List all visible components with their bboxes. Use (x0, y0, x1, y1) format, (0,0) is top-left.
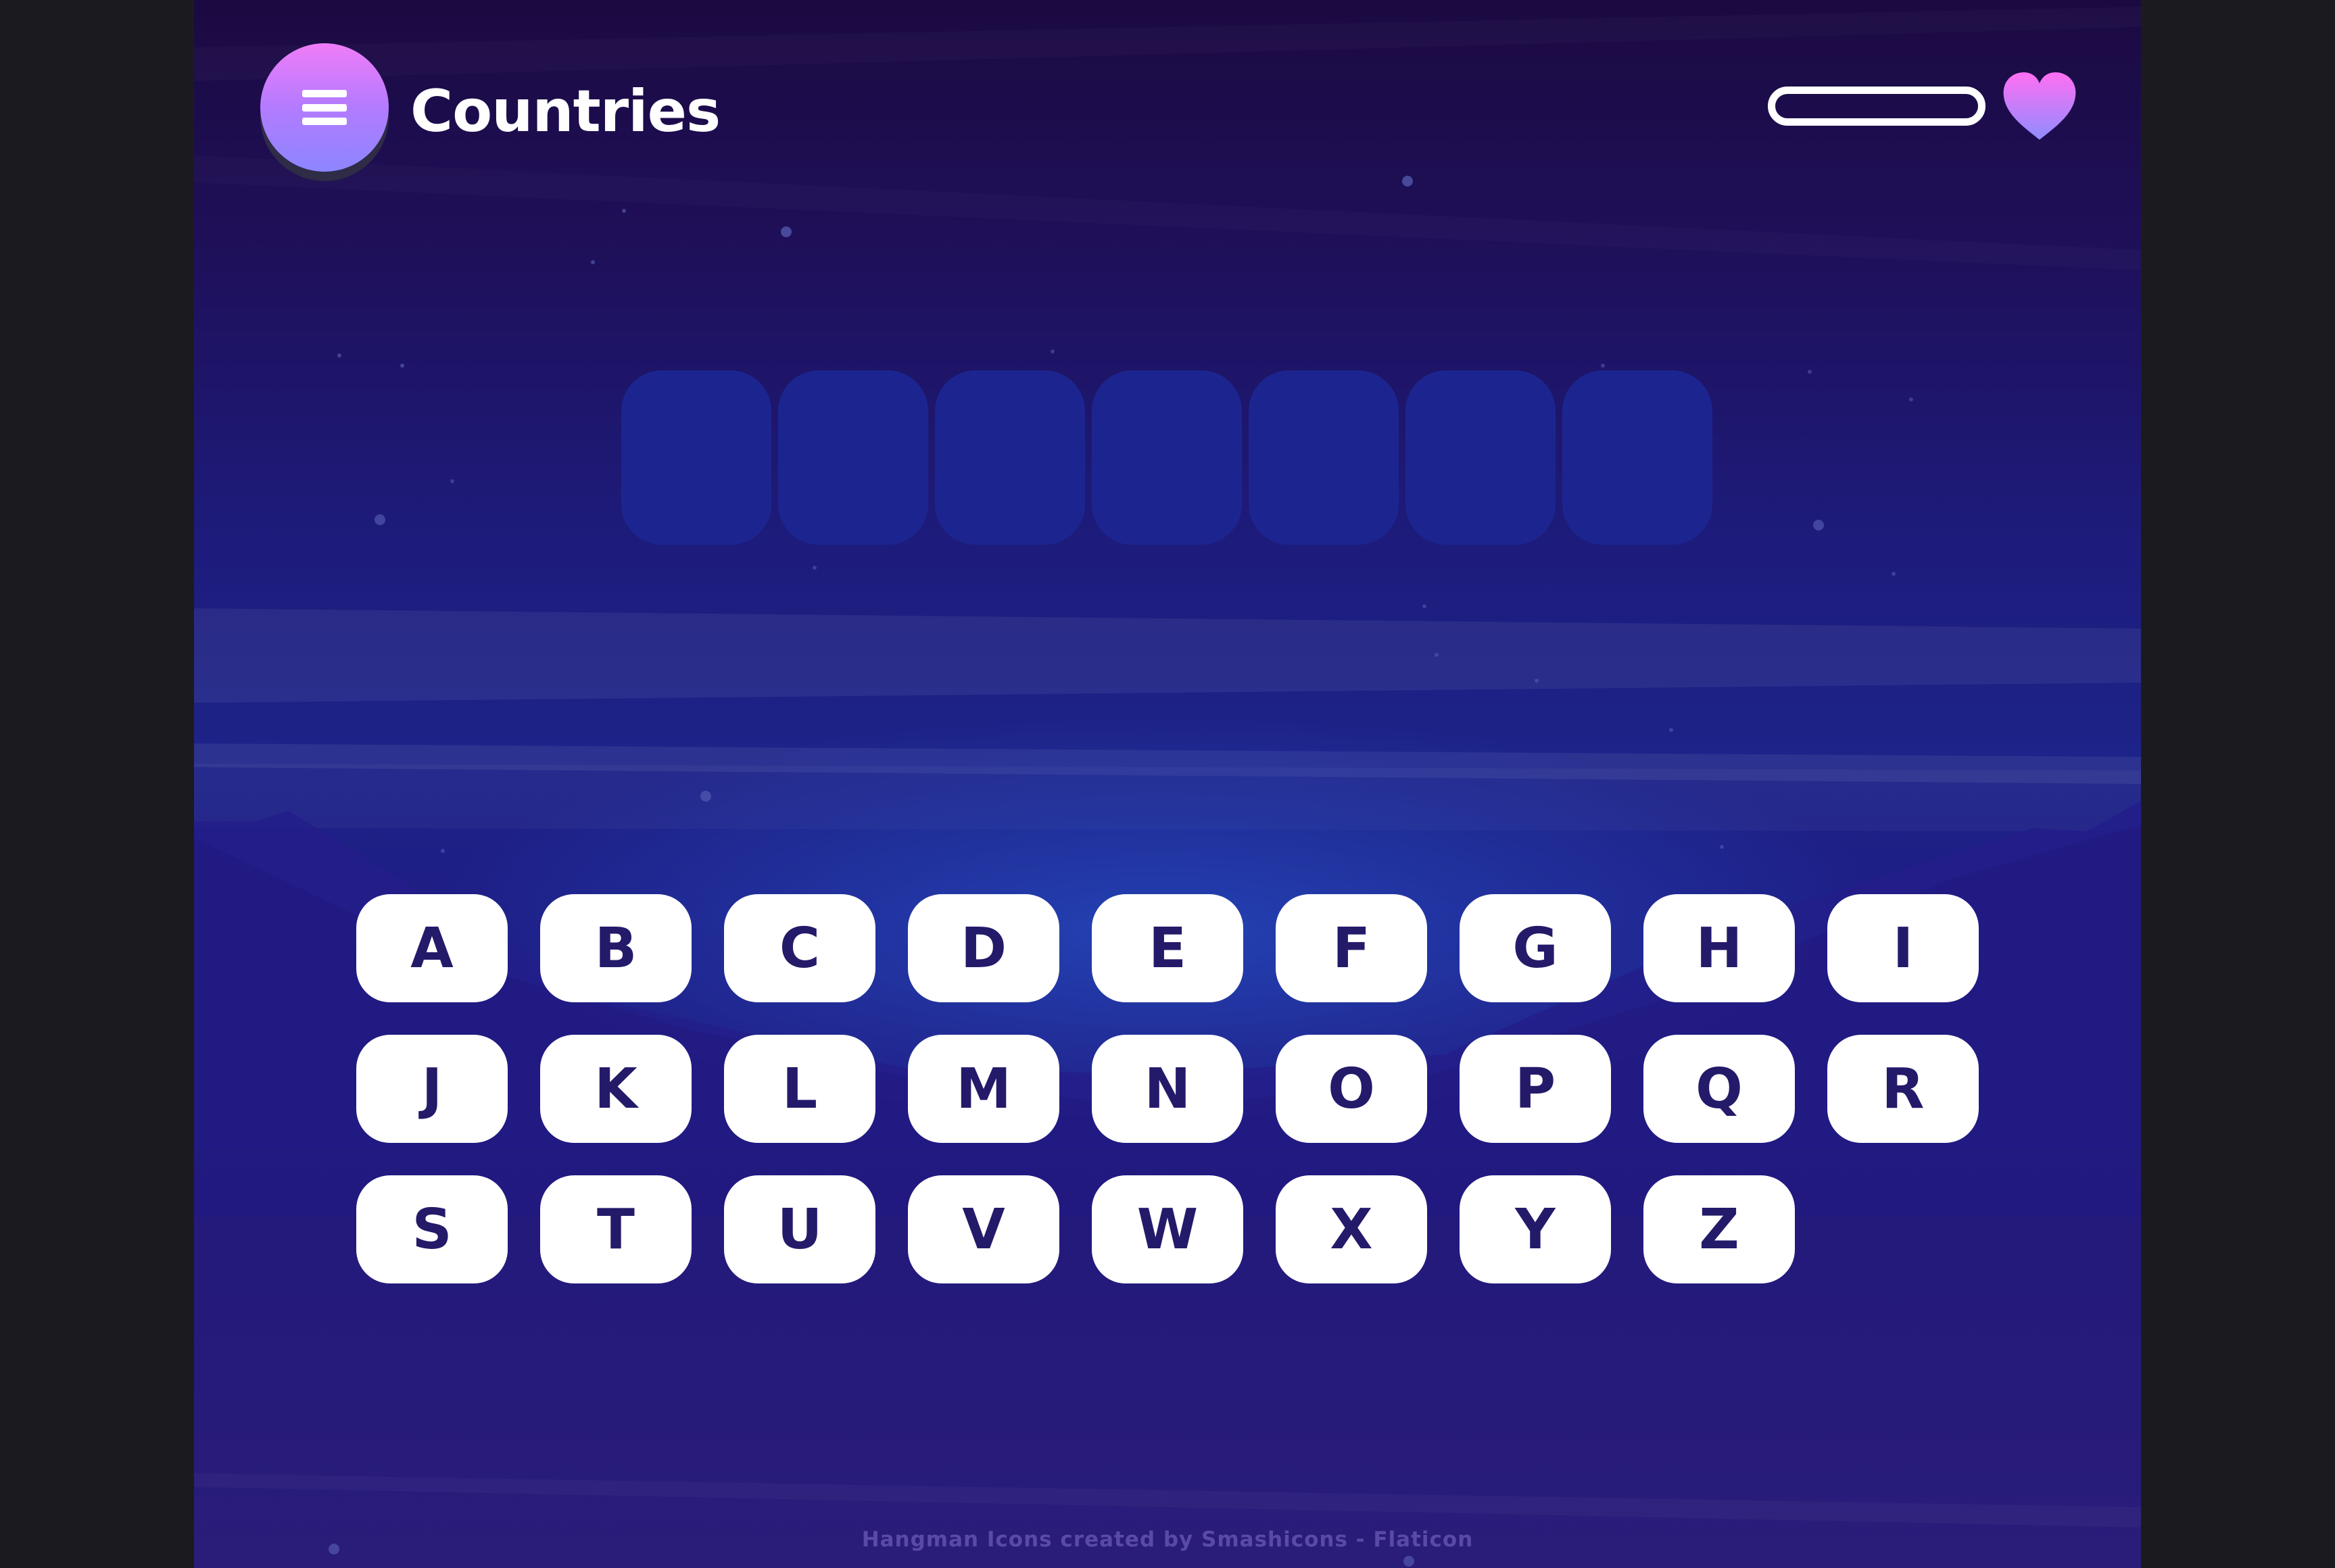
letter-slot (1092, 370, 1242, 545)
icon-credit: Hangman Icons created by Smashicons - Fl… (861, 1527, 1474, 1552)
key-o[interactable]: O (1276, 1035, 1427, 1143)
letter-keyboard: ABCDEFGHI JKLMNOPQR STUVWXYZ (356, 894, 1979, 1283)
key-y[interactable]: Y (1460, 1175, 1611, 1283)
key-t[interactable]: T (540, 1175, 692, 1283)
health-bar (1768, 87, 1985, 126)
key-x[interactable]: X (1276, 1175, 1427, 1283)
key-a[interactable]: A (356, 894, 508, 1002)
heart-icon (2003, 72, 2076, 140)
key-f[interactable]: F (1276, 894, 1427, 1002)
key-r[interactable]: R (1827, 1035, 1979, 1143)
key-b[interactable]: B (540, 894, 692, 1002)
key-j[interactable]: J (356, 1035, 508, 1143)
letter-slot (1249, 370, 1399, 545)
letter-slot (935, 370, 1085, 545)
key-s[interactable]: S (356, 1175, 508, 1283)
key-z[interactable]: Z (1643, 1175, 1795, 1283)
background-scenery (194, 176, 2141, 1567)
menu-button[interactable] (260, 43, 389, 172)
letter-slot (1562, 370, 1712, 545)
key-n[interactable]: N (1092, 1035, 1243, 1143)
category-title: Countries (410, 78, 721, 145)
key-p[interactable]: P (1460, 1035, 1611, 1143)
word-slots (621, 370, 1712, 545)
key-i[interactable]: I (1827, 894, 1979, 1002)
key-e[interactable]: E (1092, 894, 1243, 1002)
hamburger-menu-icon (302, 90, 347, 125)
key-v[interactable]: V (908, 1175, 1059, 1283)
key-q[interactable]: Q (1643, 1035, 1795, 1143)
game-stage: Countries ABCDEFGHI JKLMNOPQR STUVWXYZ Han… (194, 0, 2141, 1568)
key-g[interactable]: G (1460, 894, 1611, 1002)
key-c[interactable]: C (724, 894, 875, 1002)
key-m[interactable]: M (908, 1035, 1059, 1143)
key-h[interactable]: H (1643, 894, 1795, 1002)
key-l[interactable]: L (724, 1035, 875, 1143)
key-u[interactable]: U (724, 1175, 875, 1283)
key-d[interactable]: D (908, 894, 1059, 1002)
key-w[interactable]: W (1092, 1175, 1243, 1283)
key-k[interactable]: K (540, 1035, 692, 1143)
letter-slot (778, 370, 928, 545)
letter-slot (621, 370, 771, 545)
letter-slot (1405, 370, 1556, 545)
